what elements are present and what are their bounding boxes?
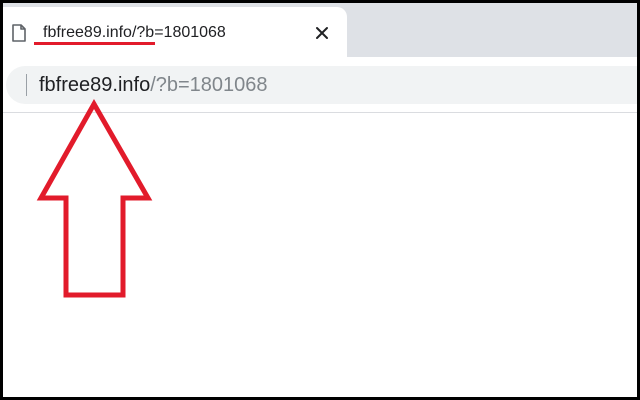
active-tab[interactable]: fbfree89.info/?b=1801068 — [3, 7, 347, 57]
close-icon[interactable] — [313, 24, 331, 42]
text-caret — [26, 74, 27, 96]
browser-screenshot-frame: fbfree89.info/?b=1801068 fbfree89.info/?… — [3, 3, 637, 397]
tab-title-host: fbfree89.info — [43, 24, 132, 41]
page-icon — [12, 24, 26, 42]
address-bar[interactable]: fbfree89.info/?b=1801068 — [6, 66, 637, 104]
tab-strip: fbfree89.info/?b=1801068 — [3, 3, 637, 57]
page-content — [3, 113, 637, 397]
tab-title: fbfree89.info/?b=1801068 — [43, 23, 226, 43]
red-underline-annotation — [34, 42, 155, 45]
tab-title-query: /?b=1801068 — [131, 24, 226, 41]
toolbar: fbfree89.info/?b=1801068 — [3, 57, 637, 113]
url-host: fbfree89.info — [39, 74, 151, 96]
url-query: /?b=1801068 — [150, 74, 268, 96]
address-bar-url[interactable]: fbfree89.info/?b=1801068 — [39, 74, 268, 96]
